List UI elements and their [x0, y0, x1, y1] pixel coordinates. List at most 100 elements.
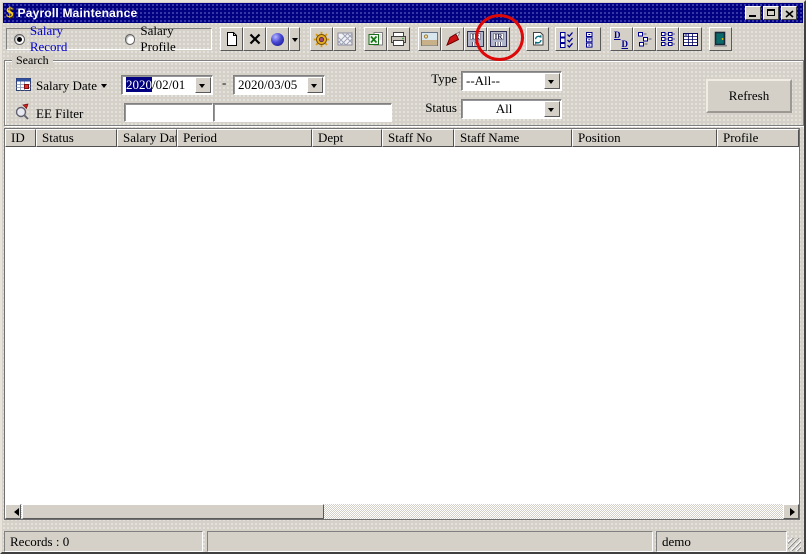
d-letter: D	[614, 29, 621, 40]
column-header-dept[interactable]: Dept	[312, 129, 382, 147]
red-marker-icon	[445, 31, 460, 46]
date-from-value: 2020/02/01	[126, 77, 185, 93]
column-header-period[interactable]: Period	[177, 129, 312, 147]
scrollbar-thumb[interactable]	[22, 504, 324, 519]
payroll-maintenance-window: $ Payroll Maintenance Salary Record Sala…	[0, 0, 806, 554]
red-marker-button[interactable]	[441, 27, 464, 51]
column-header-id[interactable]: ID	[5, 129, 36, 147]
scroll-right-button[interactable]	[783, 504, 799, 519]
settings-gear-button[interactable]	[310, 27, 333, 51]
radio-salary-profile[interactable]: Salary Profile	[124, 23, 211, 55]
d-letter: D	[621, 38, 629, 49]
type-value: --All--	[466, 73, 500, 88]
sort-detail-button[interactable]: D D	[610, 27, 633, 51]
resize-grip[interactable]	[788, 538, 801, 551]
radio-salary-profile-label: Salary Profile	[140, 23, 176, 54]
date-to-dropdown-button[interactable]	[307, 77, 323, 93]
list-icon	[586, 31, 593, 48]
record-dropdown-button[interactable]	[289, 27, 300, 51]
close-icon	[785, 10, 794, 18]
ee-filter-label: EE Filter	[36, 106, 84, 121]
refresh-document-button[interactable]	[526, 27, 549, 51]
column-header-position[interactable]: Position	[572, 129, 717, 147]
item-list-button[interactable]	[578, 27, 601, 51]
grid-header-row: ID Status Salary Date Period Dept Staff …	[5, 129, 799, 147]
column-header-salary-date[interactable]: Salary Date	[117, 129, 177, 147]
radio-unselected-icon	[124, 33, 136, 45]
close-button[interactable]	[781, 6, 797, 20]
date-range-separator: -	[222, 75, 227, 90]
search-group: Search Salary Date 2020/02/01 - 2020/03/…	[4, 53, 804, 126]
scroll-left-button[interactable]	[5, 504, 21, 519]
user-panel: demo	[656, 531, 787, 552]
minimize-button[interactable]	[745, 6, 761, 20]
status-value: All	[495, 101, 513, 116]
tree-large-icon	[660, 32, 675, 46]
ee-filter-input-2[interactable]	[213, 103, 392, 122]
status-combo[interactable]: All	[461, 99, 562, 119]
maximize-icon	[767, 9, 775, 16]
status-bar: Records : 0 demo	[2, 529, 804, 552]
window-controls	[743, 6, 797, 20]
tree-view-small-button[interactable]	[633, 27, 656, 51]
tree-view-large-button[interactable]	[656, 27, 679, 51]
status-dropdown-button[interactable]	[544, 101, 560, 117]
column-header-staff-name[interactable]: Staff Name	[454, 129, 572, 147]
salary-date-dropdown-icon[interactable]	[101, 84, 107, 91]
excel-icon	[368, 32, 383, 46]
grid-body-empty[interactable]	[5, 147, 799, 504]
table-grid-icon	[683, 32, 698, 46]
record-type-panel: Salary Record Salary Profile	[6, 23, 212, 54]
table-view-button[interactable]	[679, 27, 702, 51]
date-from-dropdown-button[interactable]	[195, 77, 211, 93]
radio-salary-record[interactable]: Salary Record	[14, 23, 103, 55]
ee-filter-input-1[interactable]	[124, 103, 213, 122]
maximize-button[interactable]	[763, 6, 779, 20]
column-header-profile[interactable]: Profile	[717, 129, 799, 147]
radio-salary-record-label: Salary Record	[29, 23, 68, 54]
refresh-document-icon	[532, 32, 543, 46]
type-combo[interactable]: --All--	[461, 71, 562, 91]
status-middle-panel	[207, 531, 653, 552]
exit-button[interactable]	[709, 27, 732, 51]
column-header-staff-no[interactable]: Staff No	[382, 129, 454, 147]
column-header-status[interactable]: Status	[36, 129, 117, 147]
picture-icon	[421, 32, 438, 46]
red-circle-annotation	[475, 14, 524, 61]
double-d-sort-icon: D D	[613, 29, 630, 49]
ee-filter-icon	[15, 103, 29, 120]
printer-icon	[391, 32, 406, 46]
preview-image-button[interactable]	[418, 27, 441, 51]
date-to-value: 2020/03/05	[238, 77, 298, 92]
title-bar[interactable]: $ Payroll Maintenance	[3, 3, 803, 23]
new-document-button[interactable]	[220, 27, 243, 51]
salary-date-label: Salary Date	[36, 78, 98, 93]
export-excel-button[interactable]	[364, 27, 387, 51]
new-document-icon	[226, 32, 237, 46]
multi-check-list-button[interactable]	[555, 27, 578, 51]
refresh-button[interactable]: Refresh	[706, 79, 792, 113]
minimize-icon	[749, 15, 756, 17]
lattice-grid-icon	[337, 32, 352, 46]
radio-selected-icon	[14, 33, 25, 45]
type-label: Type	[431, 71, 457, 86]
date-to-combo[interactable]: 2020/03/05	[233, 75, 325, 95]
type-dropdown-button[interactable]	[544, 73, 560, 89]
calendar-icon	[16, 78, 31, 91]
print-button[interactable]	[387, 27, 410, 51]
exit-door-icon	[714, 31, 727, 47]
date-from-combo[interactable]: 2020/02/01	[121, 75, 213, 95]
status-label: Status	[425, 100, 457, 115]
delete-button[interactable]	[243, 27, 266, 51]
record-sphere-button[interactable]	[266, 27, 289, 51]
window-title: Payroll Maintenance	[17, 6, 138, 20]
date-from-highlight: 2020	[126, 77, 152, 92]
pattern-grid-button[interactable]	[333, 27, 356, 51]
blue-sphere-icon	[271, 32, 284, 46]
checklist-icon	[559, 31, 573, 48]
date-from-rest: /02/01	[152, 77, 186, 92]
records-grid: ID Status Salary Date Period Dept Staff …	[4, 128, 800, 520]
tree-small-icon	[637, 32, 651, 47]
search-group-title: Search	[12, 53, 53, 68]
horizontal-scrollbar[interactable]	[5, 504, 799, 519]
